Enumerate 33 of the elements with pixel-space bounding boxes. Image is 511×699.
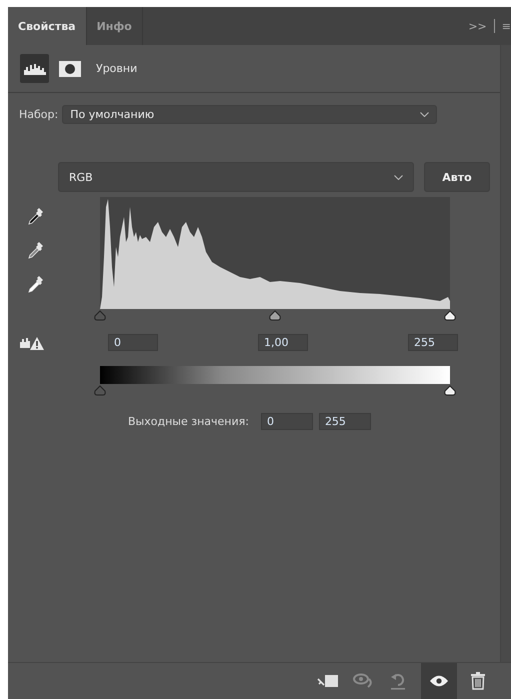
output-values-label: Выходные значения:: [128, 415, 249, 428]
channel-dropdown[interactable]: RGB: [58, 162, 414, 192]
eye-icon: [430, 675, 448, 687]
eyedropper-icon[interactable]: [28, 241, 44, 259]
eyedropper-icon[interactable]: [28, 275, 44, 293]
clipping-warning-icon[interactable]: [20, 336, 44, 350]
preset-label: Набор:: [19, 108, 58, 121]
visibility-toggle[interactable]: [421, 663, 457, 699]
trash-icon[interactable]: [471, 672, 485, 690]
eyedropper-icon[interactable]: [28, 207, 44, 225]
input-level-field[interactable]: 255: [408, 334, 458, 351]
adjustment-title: Уровни: [96, 62, 138, 75]
input-level-field[interactable]: 0: [108, 334, 158, 351]
preset-value: По умолчанию: [70, 108, 154, 121]
output-slider-thumb[interactable]: [93, 385, 107, 396]
menu-button[interactable]: ≡: [498, 20, 511, 32]
output-slider-thumb[interactable]: [443, 385, 457, 396]
histogram-icon[interactable]: [20, 54, 49, 83]
chevron-down-icon: [394, 174, 403, 180]
panel-tab[interactable]: Свойства: [8, 7, 87, 45]
input-level-field[interactable]: 1,00: [258, 334, 308, 351]
input-slider-thumb[interactable]: [93, 310, 107, 321]
output-level-field[interactable]: 255: [318, 413, 371, 430]
input-slider-thumb[interactable]: [268, 310, 282, 321]
chevron-down-icon: [420, 112, 430, 117]
channel-value: RGB: [69, 170, 93, 184]
input-slider-thumb[interactable]: [443, 310, 457, 321]
output-level-field[interactable]: 0: [260, 413, 313, 430]
panel-tab[interactable]: Инфо: [86, 7, 143, 45]
clip-to-layer-icon[interactable]: [317, 674, 339, 688]
preset-dropdown[interactable]: По умолчанию: [62, 105, 438, 124]
expand-panel-button[interactable]: >>: [464, 20, 491, 32]
auto-button[interactable]: Авто: [424, 162, 490, 192]
